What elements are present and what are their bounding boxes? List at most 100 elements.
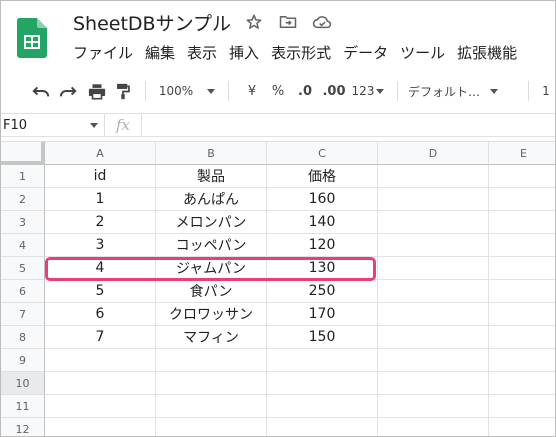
cell-e1[interactable] (489, 165, 555, 188)
cell-b10[interactable] (156, 372, 267, 395)
cell-d2[interactable] (378, 188, 489, 211)
cell-a12[interactable] (45, 418, 156, 436)
cell-c3[interactable]: 140 (267, 211, 378, 234)
row-header[interactable]: 4 (1, 234, 45, 257)
undo-icon[interactable] (29, 78, 53, 104)
move-folder-icon[interactable] (277, 11, 299, 33)
row-header[interactable]: 9 (1, 349, 45, 372)
row-header[interactable]: 6 (1, 280, 45, 303)
cell-e4[interactable] (489, 234, 555, 257)
cell-a1[interactable]: id (45, 165, 156, 188)
cell-b1[interactable]: 製品 (156, 165, 267, 188)
cell-d1[interactable] (378, 165, 489, 188)
cell-a3[interactable]: 2 (45, 211, 156, 234)
cell-b9[interactable] (156, 349, 267, 372)
cloud-saved-icon[interactable] (311, 11, 333, 33)
cell-b8[interactable]: マフィン (156, 326, 267, 349)
row-header[interactable]: 8 (1, 326, 45, 349)
cell-c9[interactable] (267, 349, 378, 372)
cell-d11[interactable] (378, 395, 489, 418)
currency-button[interactable]: ¥ (239, 78, 265, 104)
cell-e12[interactable] (489, 418, 555, 436)
menu-edit[interactable]: 編集 (139, 42, 181, 63)
cell-a9[interactable] (45, 349, 156, 372)
star-icon[interactable] (243, 11, 265, 33)
row-header[interactable]: 2 (1, 188, 45, 211)
menu-file[interactable]: ファイル (67, 42, 139, 63)
cell-c12[interactable] (267, 418, 378, 436)
cell-d4[interactable] (378, 234, 489, 257)
cell-b2[interactable]: あんぱん (156, 188, 267, 211)
font-size-select[interactable]: 1 (539, 78, 553, 104)
cell-d3[interactable] (378, 211, 489, 234)
row-header[interactable]: 5 (1, 257, 45, 280)
cell-c11[interactable] (267, 395, 378, 418)
font-select[interactable]: デフォルト… (408, 78, 518, 104)
zoom-select[interactable]: 100% (156, 78, 218, 104)
row-header[interactable]: 11 (1, 395, 45, 418)
menu-format[interactable]: 表示形式 (265, 42, 337, 63)
percent-button[interactable]: % (265, 78, 291, 104)
cell-c8[interactable]: 150 (267, 326, 378, 349)
cell-c1[interactable]: 価格 (267, 165, 378, 188)
select-all-corner[interactable] (1, 141, 45, 165)
formula-input[interactable] (141, 114, 555, 136)
cell-a10[interactable] (45, 372, 156, 395)
row-header[interactable]: 12 (1, 418, 45, 436)
increase-decimal-button[interactable]: .00 (319, 78, 349, 104)
cell-a8[interactable]: 7 (45, 326, 156, 349)
cell-d8[interactable] (378, 326, 489, 349)
cell-c6[interactable]: 250 (267, 280, 378, 303)
cell-e9[interactable] (489, 349, 555, 372)
cell-e5[interactable] (489, 257, 555, 280)
cell-d9[interactable] (378, 349, 489, 372)
menu-data[interactable]: データ (337, 42, 394, 63)
cell-e7[interactable] (489, 303, 555, 326)
cell-a4[interactable]: 3 (45, 234, 156, 257)
cell-b4[interactable]: コッペパン (156, 234, 267, 257)
cell-a7[interactable]: 6 (45, 303, 156, 326)
cell-b6[interactable]: 食パン (156, 280, 267, 303)
row-header[interactable]: 1 (1, 165, 45, 188)
redo-icon[interactable] (53, 78, 83, 104)
cell-e11[interactable] (489, 395, 555, 418)
paint-format-icon[interactable] (111, 78, 135, 104)
column-header-a[interactable]: A (45, 141, 156, 165)
cell-d6[interactable] (378, 280, 489, 303)
cell-b3[interactable]: メロンパン (156, 211, 267, 234)
document-title[interactable]: SheetDBサンプル (73, 9, 231, 36)
cell-c10[interactable] (267, 372, 378, 395)
cell-e8[interactable] (489, 326, 555, 349)
cell-d12[interactable] (378, 418, 489, 436)
menu-extensions[interactable]: 拡張機能 (451, 42, 523, 63)
cell-a11[interactable] (45, 395, 156, 418)
menu-tools[interactable]: ツール (394, 42, 451, 63)
print-icon[interactable] (83, 78, 111, 104)
cell-d7[interactable] (378, 303, 489, 326)
cell-d5[interactable] (378, 257, 489, 280)
column-header-e[interactable]: E (489, 141, 555, 165)
name-box[interactable]: F10 (1, 114, 105, 136)
cell-d10[interactable] (378, 372, 489, 395)
cell-e2[interactable] (489, 188, 555, 211)
column-header-c[interactable]: C (267, 141, 378, 165)
decrease-decimal-button[interactable]: .0 (291, 78, 319, 104)
menu-view[interactable]: 表示 (181, 42, 223, 63)
cell-c4[interactable]: 120 (267, 234, 378, 257)
cell-b12[interactable] (156, 418, 267, 436)
cell-e3[interactable] (489, 211, 555, 234)
cell-e6[interactable] (489, 280, 555, 303)
menu-insert[interactable]: 挿入 (223, 42, 265, 63)
row-header[interactable]: 7 (1, 303, 45, 326)
row-header[interactable]: 3 (1, 211, 45, 234)
cell-c7[interactable]: 170 (267, 303, 378, 326)
cell-a6[interactable]: 5 (45, 280, 156, 303)
cell-b7[interactable]: クロワッサン (156, 303, 267, 326)
column-header-d[interactable]: D (378, 141, 489, 165)
cell-e10[interactable] (489, 372, 555, 395)
google-sheets-logo[interactable] (17, 18, 47, 58)
cell-c2[interactable]: 160 (267, 188, 378, 211)
column-header-b[interactable]: B (156, 141, 267, 165)
row-header[interactable]: 10 (1, 372, 45, 395)
cell-a2[interactable]: 1 (45, 188, 156, 211)
